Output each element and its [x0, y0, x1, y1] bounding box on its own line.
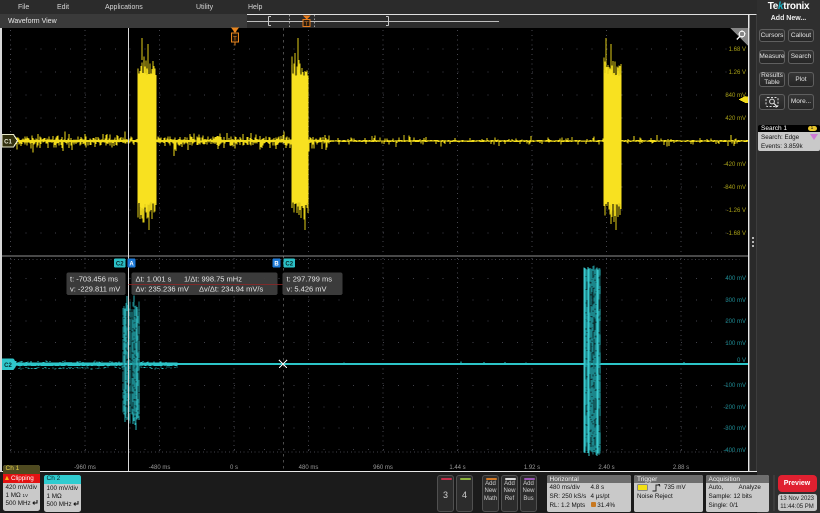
svg-text:-420 mV: -420 mV: [723, 162, 746, 168]
svg-text:-200 mV: -200 mV: [723, 405, 746, 411]
svg-text:100 mV: 100 mV: [725, 341, 746, 347]
svg-text:Δv: 235.236 mV: Δv: 235.236 mV: [136, 285, 189, 294]
svg-text:1.26 V: 1.26 V: [729, 70, 746, 76]
svg-text:-960 ms: -960 ms: [74, 465, 96, 471]
svg-text:B: B: [274, 262, 279, 268]
svg-text:Δv/Δt: 234.94 mV/s: Δv/Δt: 234.94 mV/s: [199, 285, 263, 294]
svg-text:-480 ms: -480 ms: [149, 465, 171, 471]
svg-text:-100 mV: -100 mV: [723, 383, 746, 389]
svg-text:A: A: [129, 262, 134, 268]
svg-text:C1: C1: [4, 140, 12, 146]
svg-text:v: -229.811 mV: v: -229.811 mV: [70, 285, 120, 294]
svg-text:C2: C2: [285, 262, 293, 268]
svg-text:420 mV: 420 mV: [725, 116, 746, 122]
svg-text:-1.68 V: -1.68 V: [727, 231, 746, 237]
svg-text:1.44 s: 1.44 s: [449, 465, 465, 471]
svg-text:2.88 s: 2.88 s: [673, 465, 689, 471]
svg-text:960 ms: 960 ms: [373, 465, 393, 471]
svg-text:C2: C2: [116, 262, 124, 268]
svg-text:t: -703.456 ms: t: -703.456 ms: [70, 275, 118, 284]
svg-text:200 mV: 200 mV: [725, 319, 746, 325]
svg-text:-1.26 V: -1.26 V: [727, 208, 746, 214]
svg-text:Δt: 1.001 s: Δt: 1.001 s: [136, 275, 172, 284]
svg-text:t: 297.799 ms: t: 297.799 ms: [287, 275, 333, 284]
svg-text:300 mV: 300 mV: [725, 298, 746, 304]
svg-text:400 mV: 400 mV: [725, 276, 746, 282]
svg-text:0 s: 0 s: [230, 465, 238, 471]
svg-text:-400 mV: -400 mV: [723, 448, 746, 454]
svg-text:2.40 s: 2.40 s: [598, 465, 614, 471]
svg-text:v: 5.426 mV: v: 5.426 mV: [287, 285, 327, 294]
svg-text:C2: C2: [4, 363, 12, 369]
svg-text:-840 mV: -840 mV: [723, 185, 746, 191]
svg-text:1.68 V: 1.68 V: [729, 47, 746, 53]
svg-text:1.92 s: 1.92 s: [524, 465, 540, 471]
svg-text:-300 mV: -300 mV: [723, 426, 746, 432]
svg-text:T: T: [233, 36, 237, 43]
svg-text:1/Δt: 998.75 mHz: 1/Δt: 998.75 mHz: [184, 275, 242, 284]
svg-text:480 ms: 480 ms: [299, 465, 319, 471]
